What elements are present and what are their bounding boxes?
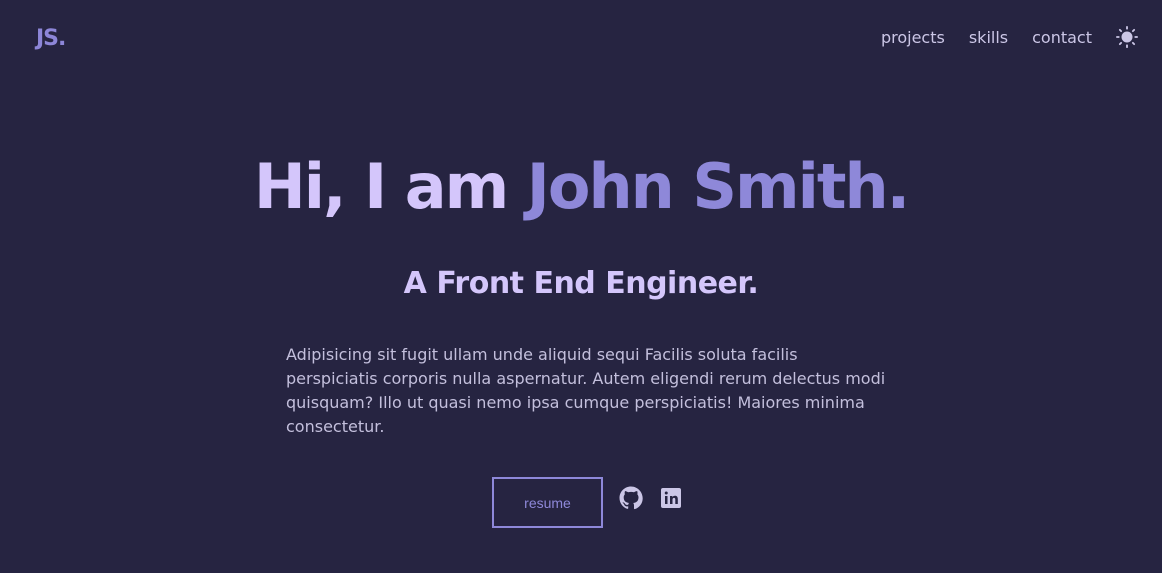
- hero-name: John Smith.: [526, 150, 910, 223]
- logo[interactable]: JS.: [36, 26, 66, 51]
- nav-projects[interactable]: projects: [881, 28, 945, 47]
- hero-actions: resume: [492, 477, 683, 528]
- hero-description: Adipisicing sit fugit ullam unde aliquid…: [286, 345, 886, 436]
- linkedin-icon[interactable]: [659, 486, 683, 510]
- hero-title: Hi, I am John Smith.: [0, 150, 1162, 223]
- github-icon[interactable]: [619, 486, 643, 510]
- nav-contact[interactable]: contact: [1032, 28, 1092, 47]
- nav-skills[interactable]: skills: [969, 28, 1008, 47]
- sun-icon[interactable]: [1116, 26, 1138, 48]
- main-nav: projects skills contact: [881, 26, 1138, 48]
- resume-button[interactable]: resume: [492, 477, 603, 528]
- hero-role: A Front End Engineer.: [403, 266, 759, 301]
- greeting: Hi, I am: [253, 150, 527, 223]
